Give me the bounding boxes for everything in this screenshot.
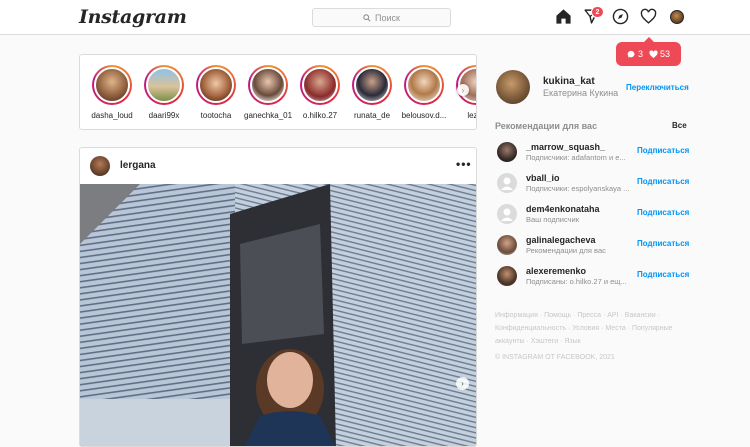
story-item[interactable]: tootocha [192, 65, 240, 120]
top-navigation-bar: Instagram Поиск 2 [0, 0, 750, 35]
suggestion-username[interactable]: alexeremenko [526, 266, 586, 276]
suggestion-avatar[interactable] [497, 235, 517, 255]
story-username: o.hilko.27 [302, 111, 338, 120]
story-item[interactable]: o.hilko.27 [296, 65, 344, 120]
suggestion-subtitle: Подписчики: adafantom и е... [526, 153, 626, 162]
search-placeholder: Поиск [375, 12, 400, 23]
suggestion-subtitle: Подписаны: o.hilko.27 и ещ... [526, 277, 627, 286]
story-username: ganechka_01 [244, 111, 292, 120]
suggestion-row: vball_io Подписчики: espolyanskaya ... П… [497, 171, 689, 195]
follow-button[interactable]: Подписаться [637, 177, 689, 186]
story-avatar [94, 67, 130, 103]
comment-icon [627, 50, 635, 58]
post-author-avatar[interactable] [90, 156, 110, 176]
likes-count: 53 [649, 49, 670, 59]
story-username: daari99x [148, 111, 180, 120]
post-photo[interactable] [80, 184, 476, 446]
instagram-logo[interactable]: Instagram [79, 6, 187, 28]
follow-button[interactable]: Подписаться [637, 239, 689, 248]
post-author-username[interactable]: lergana [120, 160, 156, 171]
follow-button[interactable]: Подписаться [637, 146, 689, 155]
chevron-right-icon: › [461, 379, 464, 388]
search-icon [363, 13, 371, 22]
more-options-icon[interactable]: ••• [456, 157, 472, 171]
story-item[interactable]: dasha_loud [88, 65, 136, 120]
home-icon[interactable] [555, 8, 572, 25]
suggestion-username[interactable]: _marrow_squash_ [526, 142, 605, 152]
suggestion-avatar[interactable] [497, 142, 517, 162]
story-avatar [302, 67, 338, 103]
current-user-avatar[interactable] [496, 70, 530, 104]
explore-icon[interactable] [612, 8, 629, 25]
stories-next-button[interactable]: › [457, 84, 469, 96]
suggestion-username[interactable]: dem4enkonataha [526, 204, 600, 214]
follow-button[interactable]: Подписаться [637, 270, 689, 279]
default-avatar-icon[interactable] [497, 173, 517, 193]
suggestion-row: alexeremenko Подписаны: o.hilko.27 и ещ.… [497, 264, 689, 288]
story-username: dasha_loud [91, 111, 133, 120]
story-item[interactable]: ganechka_01 [244, 65, 292, 120]
current-username[interactable]: kukina_kat [543, 76, 595, 87]
building-selfie-image [80, 184, 476, 446]
suggestion-row: dem4enkonataha Ваш подписчик Подписаться [497, 202, 689, 226]
chevron-right-icon: › [461, 85, 465, 95]
story-username: runata_de [353, 111, 391, 120]
story-item[interactable]: daari99x [140, 65, 188, 120]
footer-links[interactable]: Информация · Помощь · Пресса · API · Вак… [495, 309, 685, 348]
story-username: belousov.d... [401, 111, 447, 120]
story-avatar [146, 67, 182, 103]
suggestion-avatar[interactable] [497, 266, 517, 286]
activity-notification-popup[interactable]: 3 53 [616, 37, 681, 66]
comments-count: 3 [627, 49, 643, 59]
suggestions-title: Рекомендации для вас [495, 121, 598, 131]
photo-next-button[interactable]: › [456, 377, 469, 390]
switch-account-link[interactable]: Переключиться [626, 83, 689, 92]
story-username: tootocha [200, 111, 232, 120]
direct-badge: 2 [591, 6, 604, 18]
feed-post: lergana ••• › [79, 147, 477, 447]
suggestion-username[interactable]: vball_io [526, 173, 560, 183]
story-item[interactable]: belousov.d... [400, 65, 448, 120]
suggestion-row: galinalegacheva Рекомендации для вас Под… [497, 233, 689, 257]
story-item[interactable]: runata_de [348, 65, 396, 120]
copyright-text: © INSTAGRAM ОТ FACEBOOK, 2021 [495, 354, 615, 361]
default-avatar-icon[interactable] [497, 204, 517, 224]
follow-button[interactable]: Подписаться [637, 208, 689, 217]
heart-filled-icon [649, 49, 658, 58]
profile-avatar[interactable] [670, 10, 684, 24]
see-all-link[interactable]: Все [672, 121, 687, 130]
story-avatar [250, 67, 286, 103]
suggestion-row: _marrow_squash_ Подписчики: adafantom и … [497, 140, 689, 164]
suggestion-username[interactable]: galinalegacheva [526, 235, 596, 245]
search-input[interactable]: Поиск [312, 8, 451, 27]
stories-tray: dasha_loud daari99x tootocha ganechka_01… [79, 54, 477, 130]
story-avatar [406, 67, 442, 103]
heart-icon[interactable] [640, 8, 657, 25]
suggestion-subtitle: Ваш подписчик [526, 215, 580, 224]
suggestion-subtitle: Рекомендации для вас [526, 246, 606, 255]
current-full-name: Екатерина Кукина [543, 88, 619, 98]
story-username: lezhr [467, 111, 476, 120]
suggestion-subtitle: Подписчики: espolyanskaya ... [526, 184, 630, 193]
story-avatar [198, 67, 234, 103]
story-avatar [354, 67, 390, 103]
